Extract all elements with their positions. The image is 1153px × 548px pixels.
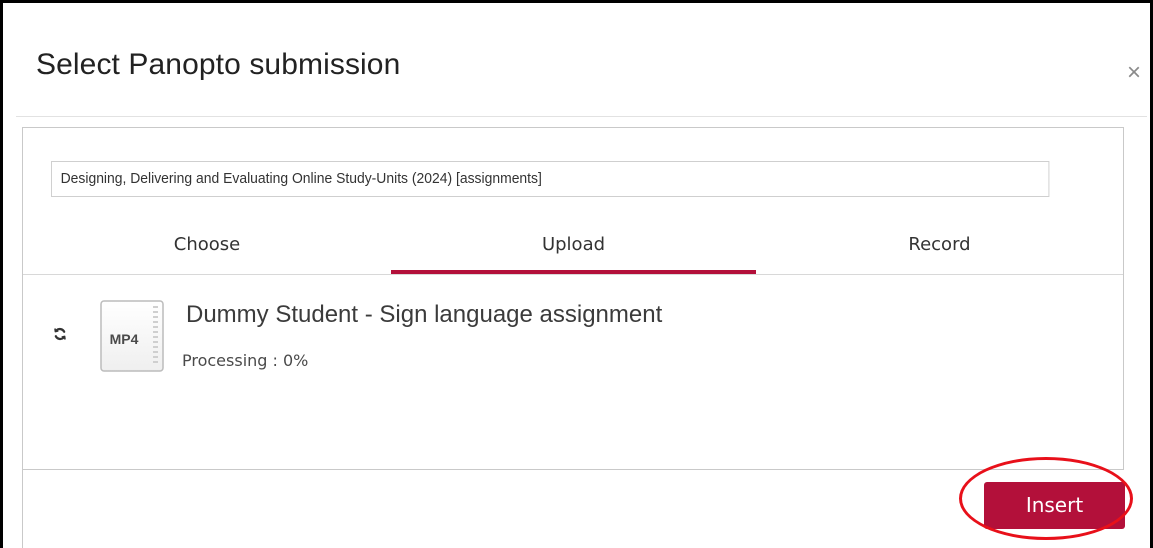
refresh-icon [52, 326, 68, 342]
file-name: Dummy Student - Sign language assignment [186, 301, 663, 328]
folder-selector[interactable]: Designing, Delivering and Evaluating Onl… [51, 161, 1050, 197]
submission-panel: Designing, Delivering and Evaluating Onl… [22, 127, 1124, 470]
tab-bar: Choose Upload Record [23, 222, 1123, 275]
mp4-file-icon: MP4 [100, 300, 164, 372]
tab-choose[interactable]: Choose [23, 222, 391, 270]
dialog-title: Select Panopto submission [36, 48, 401, 81]
close-icon[interactable]: × [1123, 60, 1145, 86]
insert-button[interactable]: Insert [984, 482, 1125, 529]
tab-record[interactable]: Record [756, 222, 1123, 270]
processing-status: Processing : 0% [182, 351, 309, 370]
header-divider [16, 116, 1147, 117]
footer-divider [22, 470, 23, 548]
tab-upload[interactable]: Upload [391, 222, 756, 274]
file-type-label: MP4 [110, 331, 139, 347]
panopto-submission-dialog: Select Panopto submission × Designing, D… [6, 6, 1147, 548]
